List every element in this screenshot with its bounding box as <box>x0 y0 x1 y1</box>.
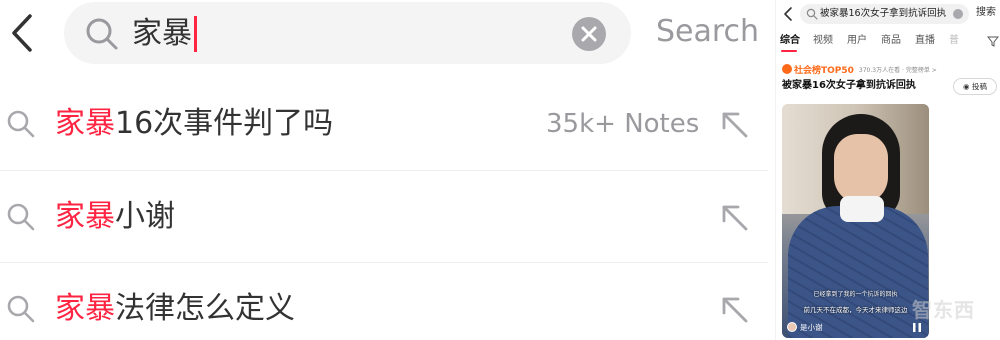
clear-icon[interactable] <box>953 9 963 19</box>
tab-more[interactable]: 普 <box>949 33 959 49</box>
suggestion-highlight: 家暴 <box>55 106 115 141</box>
avatar[interactable] <box>787 322 797 332</box>
result-tabs: 综合 视频 用户 商品 直播 普 <box>776 33 1000 52</box>
rank-title: 社会榜TOP50 <box>794 65 854 76</box>
search-results-panel: 被家暴16次女子拿到抗诉回执 搜索 综合 视频 用户 商品 直播 普 社会榜TO… <box>775 0 1000 340</box>
clear-icon[interactable] <box>572 17 606 51</box>
search-bar[interactable]: 被家暴16次女子拿到抗诉回执 <box>800 4 969 24</box>
video-card[interactable]: 已经拿到了我的一个抗诉的回执 前几天不在成都，今天才来律师这边 是小谢 <box>782 104 929 338</box>
search-icon <box>86 18 118 50</box>
tab-video[interactable]: 视频 <box>813 33 833 49</box>
search-query-text: 家暴 <box>132 16 192 51</box>
back-chevron-icon[interactable] <box>8 12 38 54</box>
video-person-jacket <box>788 206 928 338</box>
text-caret <box>194 16 197 52</box>
fill-arrow-icon[interactable] <box>718 108 752 142</box>
filter-icon[interactable] <box>987 35 999 47</box>
suggestion-item[interactable]: 家暴法律怎么定义 <box>0 263 768 340</box>
topic-headline[interactable]: 被家暴16次女子拿到抗诉回执 <box>782 78 916 94</box>
search-icon <box>7 295 35 323</box>
suggestion-highlight: 家暴 <box>55 199 115 234</box>
suggestion-text: 家暴16次事件判了吗 <box>55 104 333 144</box>
suggestion-text: 家暴法律怎么定义 <box>55 289 295 329</box>
post-button[interactable]: ◉ 投稿 <box>953 78 997 95</box>
suggestion-rest: 小谢 <box>115 199 175 234</box>
suggestion-text: 家暴小谢 <box>55 197 175 237</box>
author-name[interactable]: 是小谢 <box>800 322 823 333</box>
watermark-logo: 智东西 <box>908 292 998 332</box>
search-bar[interactable]: 家暴 <box>64 2 631 64</box>
search-icon <box>806 8 818 20</box>
tab-users[interactable]: 用户 <box>847 33 867 49</box>
rank-meta: 370.3万人在看 · 完整榜单 > <box>858 66 937 74</box>
search-icon <box>7 110 35 138</box>
search-button[interactable]: 搜索 <box>976 6 996 20</box>
suggestion-item[interactable]: 家暴小谢 <box>0 171 768 263</box>
suggestion-rest: 16次事件判了吗 <box>115 106 334 141</box>
tab-products[interactable]: 商品 <box>881 33 901 49</box>
suggestion-highlight: 家暴 <box>55 291 115 326</box>
search-button[interactable]: Search <box>656 12 759 52</box>
back-chevron-icon[interactable] <box>782 6 794 22</box>
watermark-text: 智东西 <box>912 298 975 322</box>
trending-rank[interactable]: 社会榜TOP50 370.3万人在看 · 完整榜单 > <box>782 62 937 76</box>
note-count: 35k+ Notes <box>546 109 700 139</box>
fill-arrow-icon[interactable] <box>718 293 752 327</box>
active-tab-indicator <box>781 50 797 52</box>
video-subtitle: 已经拿到了我的一个抗诉的回执 <box>813 291 898 298</box>
suggestion-rest: 法律怎么定义 <box>115 291 295 326</box>
search-icon <box>7 203 35 231</box>
video-subtitle: 前几天不在成都，今天才来律师这边 <box>803 306 908 314</box>
search-input[interactable]: 家暴 <box>132 14 197 54</box>
tab-comprehensive[interactable]: 综合 <box>780 33 800 49</box>
video-person-face <box>834 134 888 204</box>
search-suggestion-panel: 家暴 Search 家暴16次事件判了吗 35k+ Notes 家暴小谢 家暴法… <box>0 0 768 340</box>
tab-live[interactable]: 直播 <box>915 33 935 49</box>
post-button-label: 投稿 <box>971 82 987 91</box>
search-input[interactable]: 被家暴16次女子拿到抗诉回执 <box>820 7 946 21</box>
suggestion-item[interactable]: 家暴16次事件判了吗 35k+ Notes <box>0 78 768 170</box>
video-person-collar <box>840 196 884 222</box>
flame-icon <box>782 64 792 74</box>
fill-arrow-icon[interactable] <box>718 201 752 235</box>
camera-icon: ◉ <box>963 82 970 91</box>
